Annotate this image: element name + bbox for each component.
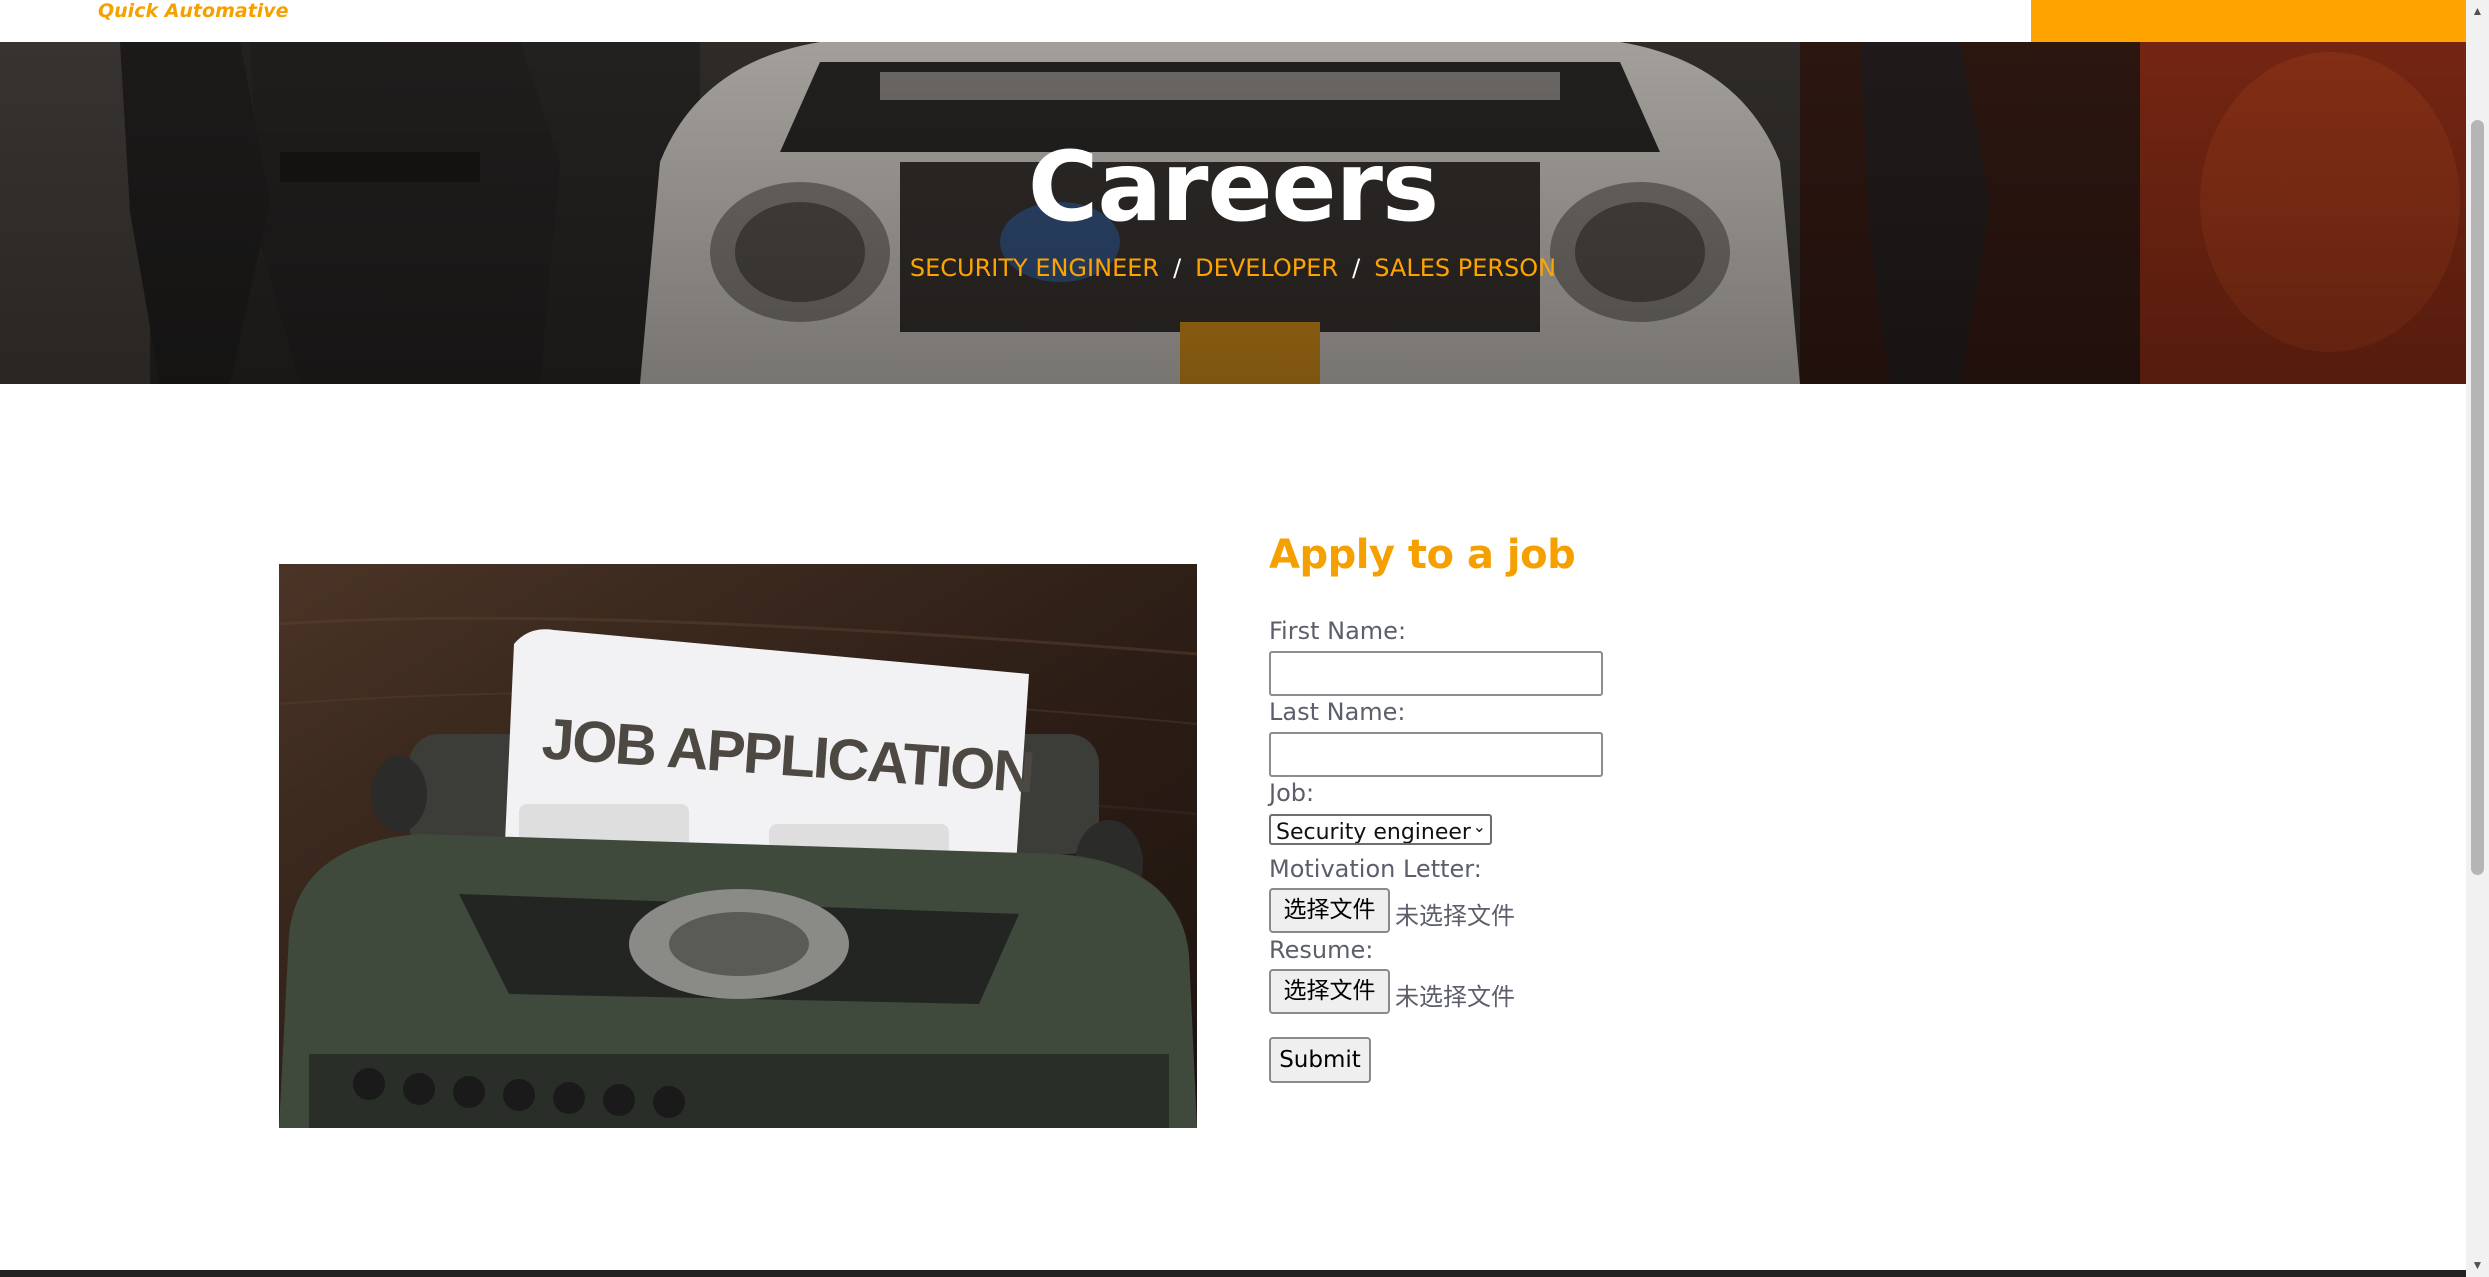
breadcrumb-developer[interactable]: DEVELOPER xyxy=(1195,254,1338,282)
hero-banner: Careers SECURITY ENGINEER / DEVELOPER / SALE… xyxy=(0,42,2466,384)
first-name-label: First Name: xyxy=(1269,617,1407,645)
resume-file-status: 未选择文件 xyxy=(1395,983,1515,1011)
submit-button[interactable]: Submit xyxy=(1269,1037,1371,1083)
resume-choose-file-button[interactable]: 选择文件 xyxy=(1269,969,1390,1014)
job-select-value: Security engineer xyxy=(1276,820,1471,845)
breadcrumb-separator: / xyxy=(1173,254,1182,282)
last-name-input[interactable] xyxy=(1269,732,1603,777)
form-heading: Apply to a job xyxy=(1269,532,1576,578)
last-name-label: Last Name: xyxy=(1269,698,1406,726)
window-bottom-edge xyxy=(0,1270,2466,1277)
breadcrumb-security-engineer[interactable]: SECURITY ENGINEER xyxy=(910,254,1159,282)
brand-logo[interactable]: Quick Automative xyxy=(98,0,289,22)
job-select[interactable]: Security engineer ⌄ xyxy=(1269,814,1492,845)
scrollbar-thumb[interactable] xyxy=(2471,120,2484,875)
scroll-up-arrow-icon[interactable]: ▲ xyxy=(2466,0,2489,23)
page-title: Careers xyxy=(1027,131,1439,243)
job-application-image: JOB APPLICATION xyxy=(279,564,1197,1128)
first-name-input[interactable] xyxy=(1269,651,1603,696)
resume-label: Resume: xyxy=(1269,936,1374,964)
typewriter-illustration: JOB APPLICATION xyxy=(279,564,1197,1128)
job-application-form: Apply to a job First Name: Last Name: Jo… xyxy=(1269,532,1969,1083)
job-label: Job: xyxy=(1269,779,1315,807)
scroll-down-arrow-icon[interactable]: ▼ xyxy=(2466,1254,2489,1277)
motivation-letter-choose-file-button[interactable]: 选择文件 xyxy=(1269,888,1390,933)
motivation-letter-label: Motivation Letter: xyxy=(1269,855,1482,883)
top-navbar: Quick Automative xyxy=(0,0,2466,42)
breadcrumb: SECURITY ENGINEER / DEVELOPER / SALES PERSON xyxy=(0,254,2466,282)
chevron-down-icon: ⌄ xyxy=(1472,817,1486,836)
nav-action-button[interactable] xyxy=(2031,0,2466,42)
breadcrumb-sales-person[interactable]: SALES PERSON xyxy=(1374,254,1556,282)
breadcrumb-separator: / xyxy=(1352,254,1361,282)
motivation-letter-file-status: 未选择文件 xyxy=(1395,902,1515,930)
vertical-scrollbar[interactable]: ▲ ▼ xyxy=(2466,0,2489,1277)
